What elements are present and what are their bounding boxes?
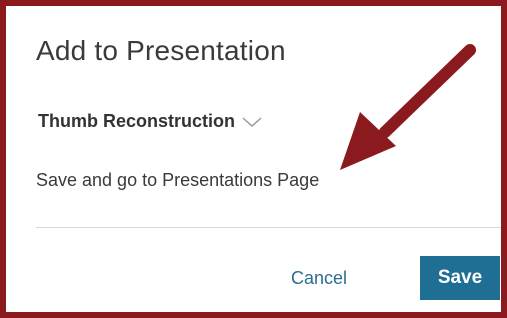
cancel-button[interactable]: Cancel [274,258,364,298]
divider [36,227,501,228]
chevron-down-icon [241,115,263,129]
save-button[interactable]: Save [420,256,500,300]
save-and-go-link[interactable]: Save and go to Presentations Page [36,170,319,191]
dialog-title: Add to Presentation [36,35,286,66]
presentation-dropdown[interactable]: Thumb Reconstruction [38,111,263,132]
presentation-dropdown-label: Thumb Reconstruction [38,111,235,131]
